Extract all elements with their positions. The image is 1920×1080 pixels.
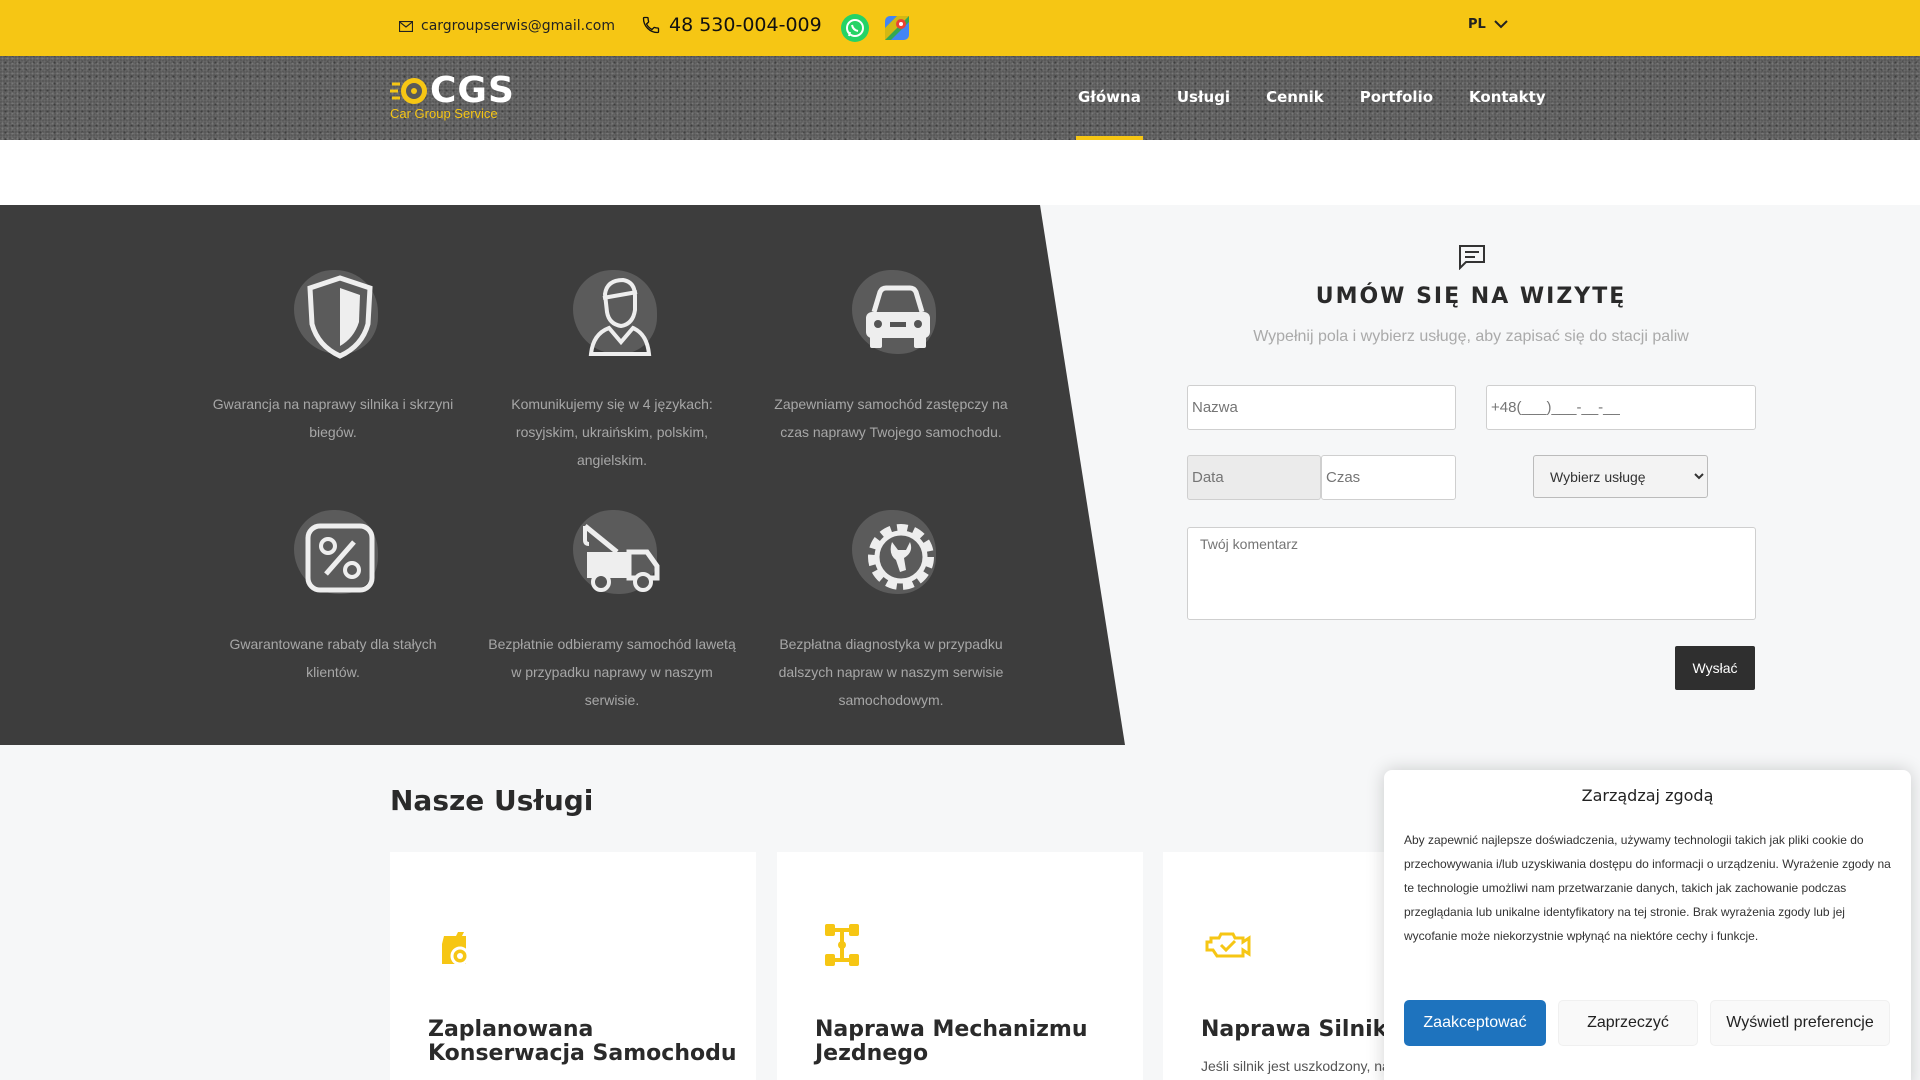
service-card-title: Zaplanowana Konserwacja Samochodu xyxy=(428,1017,737,1066)
feature-replacement-car: Zapewniamy samochód zastępczy na czas na… xyxy=(766,262,1016,446)
service-card-title: Naprawa Mechanizmu Jezdnego xyxy=(815,1017,1088,1066)
logo[interactable]: CGS Car Group Service xyxy=(390,70,514,126)
feature-text: Gwarancja na naprawy silnika i skrzyni b… xyxy=(212,396,454,440)
form-title: UMÓW SIĘ NA WIZYTĘ xyxy=(1315,284,1627,309)
feature-text: Bezpłatnie odbieramy samochód lawetą w p… xyxy=(488,636,736,708)
google-maps-icon[interactable] xyxy=(883,14,911,42)
service-card-maintenance[interactable]: Zaplanowana Konserwacja Samochodu xyxy=(390,852,756,1080)
email-link[interactable]: cargroupserwis@gmail.com xyxy=(399,18,615,34)
email-text: cargroupserwis@gmail.com xyxy=(421,18,615,34)
whatsapp-icon[interactable] xyxy=(841,14,869,42)
tow-truck-icon xyxy=(583,524,660,592)
feature-languages: Komunikujemy się w 4 językach: rosyjskim… xyxy=(487,262,737,474)
date-input[interactable] xyxy=(1187,455,1321,500)
header xyxy=(0,56,1920,140)
submit-button[interactable]: Wysłać xyxy=(1675,646,1755,690)
wheel-logo-icon xyxy=(390,78,427,104)
nav-item-kontakty[interactable]: Kontakty xyxy=(1451,56,1564,140)
form-subtitle: Wypełnij pola i wybierz usługę, aby zapi… xyxy=(1253,328,1689,345)
mechanic-icon xyxy=(588,277,652,356)
service-select[interactable]: Wybierz usługę xyxy=(1533,455,1708,498)
phone-icon xyxy=(642,16,660,34)
top-bar: cargroupserwis@gmail.com 48 530-004-009 … xyxy=(0,0,1920,56)
percent-icon xyxy=(305,523,375,593)
feature-text: Zapewniamy samochód zastępczy na czas na… xyxy=(774,396,1008,440)
nav-item-glowna[interactable]: Główna xyxy=(1060,56,1159,140)
service-card-suspension[interactable]: Naprawa Mechanizmu Jezdnego xyxy=(777,852,1143,1080)
feature-diagnostics: Bezpłatna diagnostyka w przypadku dalszy… xyxy=(766,502,1016,714)
mail-icon xyxy=(399,20,413,32)
phone-text: 48 530-004-009 xyxy=(669,14,822,36)
phone-input[interactable] xyxy=(1486,385,1756,430)
comment-textarea[interactable] xyxy=(1187,527,1756,620)
services-title: Nasze Usługi xyxy=(390,784,594,817)
feature-text: Bezpłatna diagnostyka w przypadku dalszy… xyxy=(778,636,1004,708)
language-label: PL xyxy=(1468,17,1486,32)
deny-cookies-button[interactable]: Zaprzeczyć xyxy=(1558,1000,1698,1046)
feature-warranty: Gwarancja na naprawy silnika i skrzyni b… xyxy=(208,262,458,446)
cookie-preferences-button[interactable]: Wyświetl preferencje xyxy=(1710,1000,1890,1046)
shield-icon xyxy=(307,275,373,359)
phone-link[interactable]: 48 530-004-009 xyxy=(641,14,822,36)
main-nav: Główna Usługi Cennik Portfolio Kontakty xyxy=(1060,56,1564,140)
feature-discounts: Gwarantowane rabaty dla stałych klientów… xyxy=(208,502,458,686)
feature-text: Gwarantowane rabaty dla stałych klientów… xyxy=(229,636,437,680)
accept-cookies-button[interactable]: Zaakceptować xyxy=(1404,1000,1546,1046)
feature-text: Komunikujemy się w 4 językach: rosyjskim… xyxy=(511,396,713,468)
chat-icon xyxy=(1459,245,1485,270)
time-input[interactable] xyxy=(1321,455,1456,500)
chevron-down-icon xyxy=(1494,20,1508,29)
engine-check-icon xyxy=(1205,932,1251,958)
nav-item-cennik[interactable]: Cennik xyxy=(1248,56,1342,140)
cookie-consent-modal: Zarządzaj zgodą Aby zapewnić najlepsze d… xyxy=(1384,770,1911,1080)
feature-tow-truck: Bezpłatnie odbieramy samochód lawetą w p… xyxy=(487,502,737,714)
name-input[interactable] xyxy=(1187,385,1456,430)
nav-item-portfolio[interactable]: Portfolio xyxy=(1342,56,1451,140)
cookie-body: Aby zapewnić najlepsze doświadczenia, uż… xyxy=(1404,833,1891,943)
oil-can-icon xyxy=(442,932,470,966)
chassis-icon xyxy=(825,924,859,966)
language-switcher[interactable]: PL xyxy=(1468,17,1508,32)
car-icon xyxy=(866,285,930,348)
white-strip xyxy=(0,140,1920,205)
logo-tagline: Car Group Service xyxy=(390,106,498,121)
logo-name: CGS xyxy=(430,70,515,111)
nav-item-uslugi[interactable]: Usługi xyxy=(1159,56,1248,140)
cookie-title: Zarządzaj zgodą xyxy=(1581,786,1714,805)
gear-wrench-icon xyxy=(868,524,934,590)
